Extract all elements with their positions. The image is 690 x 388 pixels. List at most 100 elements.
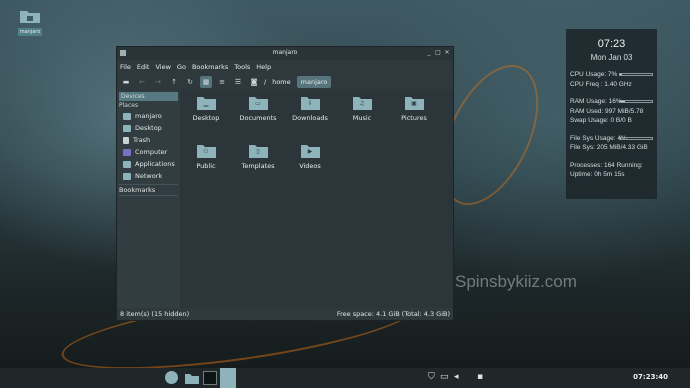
folder-desktop[interactable]: ▁ Desktop xyxy=(180,95,232,122)
sidebar-item-label: Desktop xyxy=(135,124,162,132)
menu-go[interactable]: Go xyxy=(177,63,186,71)
desktop-icon-label: manjaro xyxy=(17,28,43,36)
taskbar-clock[interactable]: 07:23:40 xyxy=(633,373,668,381)
folder-public[interactable]: ⚇ Public xyxy=(180,143,232,170)
icon-view-icon[interactable]: ▦ xyxy=(200,75,212,88)
system-monitor-panel: 07:23 Mon Jan 03 CPU Usage: 7% CPU Freq … xyxy=(566,29,657,199)
up-icon[interactable]: ↑ xyxy=(168,76,180,88)
sidebar-devices-header[interactable]: Devices xyxy=(119,92,178,101)
ram-usage-label: RAM Usage: 16% xyxy=(570,98,622,105)
file-view[interactable]: ▁ Desktop ▭ Documents ⇩ Downloads ♫ Musi… xyxy=(180,91,453,308)
sidebar-item-manjaro[interactable]: manjaro xyxy=(117,110,180,122)
list-view-icon[interactable]: ☰ xyxy=(232,76,244,88)
processes: Processes: 164 Running: xyxy=(570,161,643,169)
cpu-freq: CPU Freq : 1.40 GHz xyxy=(570,80,632,88)
network-icon xyxy=(123,172,131,180)
folder-icon: ▭ xyxy=(248,95,268,110)
sidebar-item-trash[interactable]: Trash xyxy=(117,134,180,146)
folder-pictures[interactable]: ▣ Pictures xyxy=(388,95,440,122)
window-title: manjaro xyxy=(272,49,298,56)
folder-videos[interactable]: ▶ Videos xyxy=(284,143,336,170)
folder-music[interactable]: ♫ Music xyxy=(336,95,388,122)
folder-downloads[interactable]: ⇩ Downloads xyxy=(284,95,336,122)
desktop-home-icon[interactable]: manjaro xyxy=(17,8,43,36)
status-bar: 8 item(s) (15 hidden) Free space: 4.1 Gi… xyxy=(117,308,453,320)
home-icon xyxy=(123,112,131,120)
taskbar: ⛉ ▭ ◂ ▪ 07:23:40 xyxy=(0,368,690,388)
ram-usage: RAM Usage: 16% xyxy=(570,97,653,107)
menu-bookmarks[interactable]: Bookmarks xyxy=(192,63,228,71)
folder-label: Desktop xyxy=(192,114,220,122)
sidebar-item-label: manjaro xyxy=(135,112,162,120)
sidebar-item-network[interactable]: Network xyxy=(117,170,180,182)
minimize-icon[interactable]: _ xyxy=(426,50,432,56)
compact-view-icon[interactable]: ≡ xyxy=(216,76,228,88)
terminal-icon[interactable] xyxy=(203,371,217,385)
sidebar: Devices Places manjaro Desktop Trash Com… xyxy=(117,91,180,308)
folder-icon xyxy=(20,11,40,23)
cpu-usage: CPU Usage: 7% xyxy=(570,70,653,80)
status-item-count: 8 item(s) (15 hidden) xyxy=(120,310,190,318)
ram-usage-bar xyxy=(619,100,653,103)
folder-label: Documents xyxy=(239,114,277,122)
new-tab-icon[interactable]: ▬ xyxy=(120,76,132,88)
folder-label: Templates xyxy=(241,162,275,170)
breadcrumb-manjaro[interactable]: manjaro xyxy=(296,75,332,88)
folder-templates[interactable]: ▯ Templates xyxy=(232,143,284,170)
app-menu-icon[interactable] xyxy=(165,371,178,384)
back-icon[interactable]: ← xyxy=(136,76,148,88)
menu-file[interactable]: File xyxy=(120,63,131,71)
cpu-usage-label: CPU Usage: 7% xyxy=(570,71,618,78)
path-toggle-icon[interactable]: ◙ xyxy=(248,76,260,88)
display-icon[interactable]: ▭ xyxy=(440,372,449,382)
shield-icon[interactable]: ⛉ xyxy=(428,372,435,382)
folder-documents[interactable]: ▭ Documents xyxy=(232,95,284,122)
trash-icon xyxy=(123,136,129,144)
computer-icon xyxy=(123,148,131,156)
folder-icon: ▣ xyxy=(404,95,424,110)
forward-icon[interactable]: → xyxy=(152,76,164,88)
maximize-icon[interactable]: □ xyxy=(435,50,441,56)
status-free-space: Free space: 4.1 GiB (Total: 4.3 GiB) xyxy=(336,310,450,318)
breadcrumb-root[interactable]: / xyxy=(264,78,266,86)
folder-icon: ⇩ xyxy=(300,95,320,110)
file-manager-launcher-icon[interactable] xyxy=(185,371,199,385)
close-icon[interactable]: ✕ xyxy=(444,50,450,56)
folder-label: Videos xyxy=(299,162,321,170)
uptime: Uptime: 0h 5m 15s xyxy=(570,171,625,178)
folder-label: Downloads xyxy=(292,114,328,122)
folder-label: Pictures xyxy=(401,114,427,122)
sidebar-item-computer[interactable]: Computer xyxy=(117,146,180,158)
active-window-icon[interactable] xyxy=(220,368,236,388)
volume-icon[interactable]: ◂ xyxy=(454,372,459,382)
cpu-usage-bar xyxy=(619,73,653,76)
sidebar-item-label: Network xyxy=(135,172,163,180)
menu-view[interactable]: View xyxy=(155,63,170,71)
breadcrumb-home[interactable]: home xyxy=(272,78,290,86)
menu-bar: File Edit View Go Bookmarks Tools Help xyxy=(117,60,453,73)
window-titlebar[interactable]: manjaro _ □ ✕ xyxy=(117,47,453,60)
fs-sys: File Sys: 205 MiB/4.33 GiB xyxy=(570,144,648,151)
sidebar-item-label: Applications xyxy=(135,160,175,168)
menu-help[interactable]: Help xyxy=(256,63,271,71)
lock-icon[interactable]: ▪ xyxy=(477,372,483,382)
monitor-time: 07:23 xyxy=(597,38,626,50)
folder-icon: ▁ xyxy=(196,95,216,110)
sidebar-item-desktop[interactable]: Desktop xyxy=(117,122,180,134)
fs-usage-bar xyxy=(619,136,653,140)
swap-usage: Swap Usage: 0 B/0 B xyxy=(570,117,632,124)
menu-tools[interactable]: Tools xyxy=(234,63,250,71)
desktop-icon xyxy=(123,124,131,132)
sidebar-item-label: Computer xyxy=(135,148,168,156)
reload-icon[interactable]: ↻ xyxy=(184,76,196,88)
file-manager-window[interactable]: manjaro _ □ ✕ File Edit View Go Bookmark… xyxy=(116,46,454,321)
sidebar-bookmarks-header[interactable]: Bookmarks xyxy=(119,184,178,196)
watermark: Spinsbykiiz.com xyxy=(455,272,577,291)
menu-edit[interactable]: Edit xyxy=(137,63,150,71)
folder-icon: ▯ xyxy=(248,143,268,158)
folder-icon: ♫ xyxy=(352,95,372,110)
applications-icon xyxy=(123,160,131,168)
fs-usage: File Sys Usage: 4% xyxy=(570,134,653,144)
ram-used: RAM Used: 997 MiB/5.78 xyxy=(570,107,644,115)
sidebar-item-applications[interactable]: Applications xyxy=(117,158,180,170)
